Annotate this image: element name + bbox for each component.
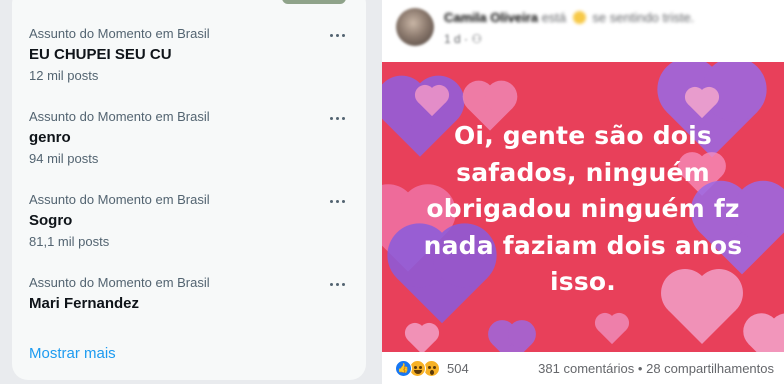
trend-item[interactable]: Assunto do Momento em Brasil EU CHUPEI S… xyxy=(29,26,349,106)
trend-context: Assunto do Momento em Brasil xyxy=(29,109,210,124)
post-meta: 1 d · ⚇ xyxy=(444,32,482,46)
facebook-post: Camila Oliveira está se sentindo triste.… xyxy=(382,0,784,384)
trend-context: Assunto do Momento em Brasil xyxy=(29,26,210,41)
heart-decoration-icon xyxy=(748,318,784,352)
privacy-icon: · ⚇ xyxy=(464,32,483,46)
heart-decoration-icon xyxy=(407,325,437,352)
shares-count[interactable]: 28 compartilhamentos xyxy=(646,361,774,376)
reaction-count: 504 xyxy=(447,360,469,376)
trend-name: Mari Fernandez xyxy=(29,295,140,312)
show-more-link[interactable]: Mostrar mais xyxy=(29,344,116,364)
post-footer: 👍 504 381 comentários • 28 compartilhame… xyxy=(382,352,784,384)
action-pre: está xyxy=(541,10,567,25)
post-stats: 381 comentários • 28 compartilhamentos xyxy=(538,361,774,376)
more-options-icon[interactable] xyxy=(325,26,349,44)
trend-context: Assunto do Momento em Brasil xyxy=(29,275,210,290)
post-time[interactable]: 1 d xyxy=(444,32,461,46)
feeling-emoji-icon xyxy=(572,11,586,24)
more-options-icon[interactable] xyxy=(325,192,349,210)
trend-post-count: 12 mil posts xyxy=(29,68,99,83)
trends-panel: Assunto do Momento em Brasil EU CHUPEI S… xyxy=(12,0,366,380)
more-options-icon[interactable] xyxy=(325,275,349,293)
top-button-edge[interactable] xyxy=(282,0,346,4)
trend-item[interactable]: Assunto do Momento em Brasil genro 94 mi… xyxy=(29,109,349,189)
heart-decoration-icon xyxy=(492,324,532,352)
author-name[interactable]: Camila Oliveira xyxy=(444,10,538,25)
post-text-card: Oi, gente são dois safados, ninguém obri… xyxy=(382,62,784,352)
post-header: Camila Oliveira está se sentindo triste.… xyxy=(382,0,784,60)
heart-decoration-icon xyxy=(597,315,627,345)
like-icon: 👍 xyxy=(395,359,412,377)
trend-item[interactable]: Assunto do Momento em Brasil Mari Fernan… xyxy=(29,275,349,355)
trend-context: Assunto do Momento em Brasil xyxy=(29,192,210,207)
post-text: Oi, gente são dois safados, ninguém obri… xyxy=(423,121,743,296)
trend-post-count: 81,1 mil posts xyxy=(29,234,110,249)
trend-name: genro xyxy=(29,129,71,146)
avatar[interactable] xyxy=(396,8,434,46)
trend-name: Sogro xyxy=(29,212,73,229)
more-options-icon[interactable] xyxy=(325,109,349,127)
trend-name: EU CHUPEI SEU CU xyxy=(29,46,172,63)
trend-item[interactable]: Assunto do Momento em Brasil Sogro 81,1 … xyxy=(29,192,349,272)
reactions-summary[interactable]: 👍 504 xyxy=(395,359,469,377)
stats-separator: • xyxy=(637,360,643,376)
comments-count[interactable]: 381 comentários xyxy=(538,361,634,376)
action-post: se sentindo triste. xyxy=(592,10,695,25)
author-line: Camila Oliveira está se sentindo triste. xyxy=(444,10,694,25)
trend-post-count: 94 mil posts xyxy=(29,151,99,166)
